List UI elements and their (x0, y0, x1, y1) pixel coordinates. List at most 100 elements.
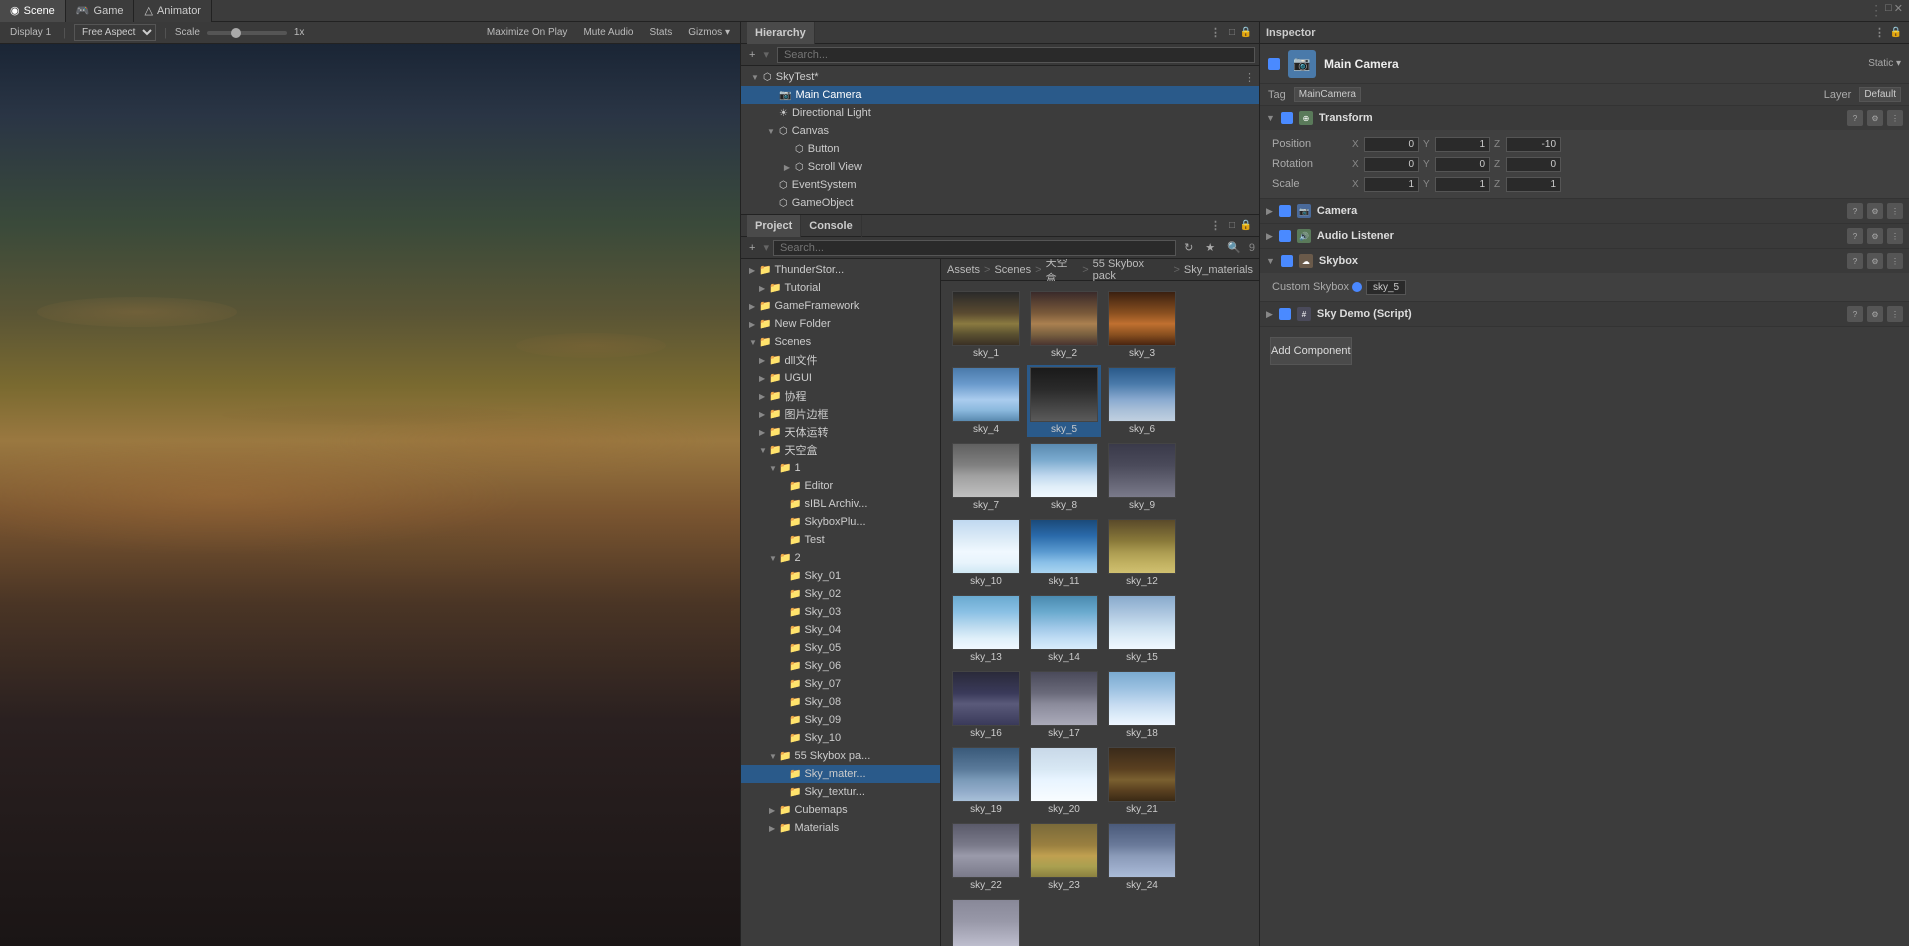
project-add-arrow[interactable]: ▾ (763, 241, 769, 254)
project-tree-item[interactable]: ▶ 📁 New Folder (741, 315, 940, 333)
field-y-input[interactable] (1435, 157, 1490, 172)
asset-item-sky_12[interactable]: sky_12 (1105, 517, 1179, 589)
asset-item-sky_18[interactable]: sky_18 (1105, 669, 1179, 741)
hierarchy-item-dirlight[interactable]: ☀ Directional Light (741, 104, 1259, 122)
component-enabled-checkbox-transform[interactable] (1281, 112, 1293, 124)
field-z-input[interactable] (1506, 177, 1561, 192)
project-tree-item[interactable]: 📁 Editor (741, 477, 940, 495)
asset-field-dropdown[interactable]: sky_5 (1366, 280, 1406, 295)
component-settings-btn-audiolistener[interactable]: ⚙ (1867, 228, 1883, 244)
project-tree-item[interactable]: 📁 Sky_10 (741, 729, 940, 747)
asset-item-sky_11[interactable]: sky_11 (1027, 517, 1101, 589)
project-tree-item[interactable]: ▼ 📁 1 (741, 459, 940, 477)
asset-item-sky_6[interactable]: sky_6 (1105, 365, 1179, 437)
field-x-input[interactable] (1364, 157, 1419, 172)
hierarchy-search-input[interactable] (777, 47, 1255, 63)
project-refresh-btn[interactable]: ↻ (1180, 240, 1197, 255)
gizmos-btn[interactable]: Gizmos ▾ (684, 26, 734, 39)
inspector-menu-btn[interactable]: ⋮ (1870, 26, 1889, 39)
project-tree-item[interactable]: 📁 Sky_02 (741, 585, 940, 603)
tab-console[interactable]: Console (801, 215, 861, 237)
project-tree-item[interactable]: 📁 Test (741, 531, 940, 549)
component-more-btn-audiolistener[interactable]: ⋮ (1887, 228, 1903, 244)
project-tree-item[interactable]: ▼ 📁 55 Skybox pa... (741, 747, 940, 765)
project-tree-item[interactable]: ▶ 📁 Cubemaps (741, 801, 940, 819)
component-help-btn-transform[interactable]: ? (1847, 110, 1863, 126)
tab-project[interactable]: Project (747, 215, 801, 237)
project-lock-btn[interactable]: 🔒 (1239, 219, 1253, 233)
component-settings-btn-skybox[interactable]: ⚙ (1867, 253, 1883, 269)
asset-item-sky_10[interactable]: sky_10 (949, 517, 1023, 589)
asset-item-sky_1[interactable]: sky_1 (949, 289, 1023, 361)
field-y-input[interactable] (1435, 137, 1490, 152)
aspect-dropdown[interactable]: Free Aspect (74, 24, 156, 41)
asset-item-sky_4[interactable]: sky_4 (949, 365, 1023, 437)
component-enabled-checkbox-camera[interactable] (1279, 205, 1291, 217)
tab-game[interactable]: 🎮 Game (66, 0, 135, 22)
hierarchy-item-eventsystem[interactable]: ⬡ EventSystem (741, 176, 1259, 194)
inspector-lock-btn[interactable]: 🔒 (1889, 26, 1903, 40)
field-x-input[interactable] (1364, 137, 1419, 152)
project-search2-btn[interactable]: 🔍 (1223, 240, 1245, 255)
asset-item-sky_17[interactable]: sky_17 (1027, 669, 1101, 741)
project-tree-item[interactable]: 📁 Sky_08 (741, 693, 940, 711)
tab-animator[interactable]: △ Animator (134, 0, 212, 22)
project-tree-item[interactable]: ▶ 📁 天体运转 (741, 423, 940, 441)
project-maximize-btn[interactable]: □ (1225, 219, 1239, 233)
asset-item-sky_9[interactable]: sky_9 (1105, 441, 1179, 513)
asset-item-sky_3[interactable]: sky_3 (1105, 289, 1179, 361)
project-tree-item[interactable]: ▶ 📁 dll文件 (741, 351, 940, 369)
component-more-btn-skybox[interactable]: ⋮ (1887, 253, 1903, 269)
breadcrumb-item[interactable]: Assets (947, 264, 980, 276)
panel-maximize-btn[interactable]: □ (1885, 2, 1892, 19)
object-active-checkbox[interactable] (1268, 58, 1280, 70)
asset-item-sky_15[interactable]: sky_15 (1105, 593, 1179, 665)
maximize-on-play-btn[interactable]: Maximize On Play (483, 26, 572, 39)
hierarchy-lock-btn[interactable]: 🔒 (1239, 26, 1253, 40)
asset-item-sky_21[interactable]: sky_21 (1105, 745, 1179, 817)
hierarchy-item-button[interactable]: ⬡ Button (741, 140, 1259, 158)
field-x-input[interactable] (1364, 177, 1419, 192)
project-tree-item[interactable]: 📁 Sky_06 (741, 657, 940, 675)
project-tree-item[interactable]: 📁 Sky_mater... (741, 765, 940, 783)
component-help-btn-audiolistener[interactable]: ? (1847, 228, 1863, 244)
project-tree-item[interactable]: ▶ 📁 GameFramework (741, 297, 940, 315)
project-tree-item[interactable]: ▼ 📁 Scenes (741, 333, 940, 351)
hierarchy-menu-btn[interactable]: ⋮ (1206, 26, 1225, 39)
asset-item-sky_19[interactable]: sky_19 (949, 745, 1023, 817)
project-tree-item[interactable]: ▶ 📁 UGUI (741, 369, 940, 387)
asset-item-sky_16[interactable]: sky_16 (949, 669, 1023, 741)
mute-audio-btn[interactable]: Mute Audio (579, 26, 637, 39)
project-tree-item[interactable]: ▶ 📁 Materials (741, 819, 940, 837)
component-more-btn-skydemo[interactable]: ⋮ (1887, 306, 1903, 322)
asset-item-sky_13[interactable]: sky_13 (949, 593, 1023, 665)
component-settings-btn-skydemo[interactable]: ⚙ (1867, 306, 1883, 322)
asset-item-sky_8[interactable]: sky_8 (1027, 441, 1101, 513)
component-help-btn-skydemo[interactable]: ? (1847, 306, 1863, 322)
hierarchy-item-menu[interactable]: ⋮ (1240, 71, 1259, 84)
project-search-input[interactable] (773, 240, 1176, 256)
hierarchy-item-scrollview[interactable]: ▶ ⬡ Scroll View (741, 158, 1259, 176)
asset-item-sky_22[interactable]: sky_22 (949, 821, 1023, 893)
hierarchy-dropdown-arrow[interactable]: ▾ (763, 48, 769, 61)
project-tree-item[interactable]: 📁 sIBL Archiv... (741, 495, 940, 513)
hierarchy-add-btn[interactable]: + (745, 48, 759, 62)
component-help-btn-skybox[interactable]: ? (1847, 253, 1863, 269)
asset-item-sky_5[interactable]: sky_5 (1027, 365, 1101, 437)
add-component-button[interactable]: Add Component (1270, 337, 1352, 365)
project-tree-item[interactable]: 📁 Sky_05 (741, 639, 940, 657)
static-label[interactable]: Static ▾ (1868, 58, 1901, 69)
tab-scene[interactable]: ◉ Scene (0, 0, 66, 22)
tag-dropdown[interactable]: MainCamera (1294, 87, 1361, 102)
component-enabled-checkbox-skybox[interactable] (1281, 255, 1293, 267)
asset-item-sky_7[interactable]: sky_7 (949, 441, 1023, 513)
asset-item-sky_25[interactable]: sky_25 (949, 897, 1023, 946)
asset-item-sky_2[interactable]: sky_2 (1027, 289, 1101, 361)
project-tree-item[interactable]: ▼ 📁 2 (741, 549, 940, 567)
panel-close-btn[interactable]: ✕ (1894, 2, 1903, 19)
component-more-btn-camera[interactable]: ⋮ (1887, 203, 1903, 219)
project-tree-item[interactable]: 📁 SkyboxPlu... (741, 513, 940, 531)
project-tree-item[interactable]: ▶ 📁 ThunderStor... (741, 261, 940, 279)
display-selector[interactable]: Display 1 (6, 26, 55, 39)
component-settings-btn-camera[interactable]: ⚙ (1867, 203, 1883, 219)
